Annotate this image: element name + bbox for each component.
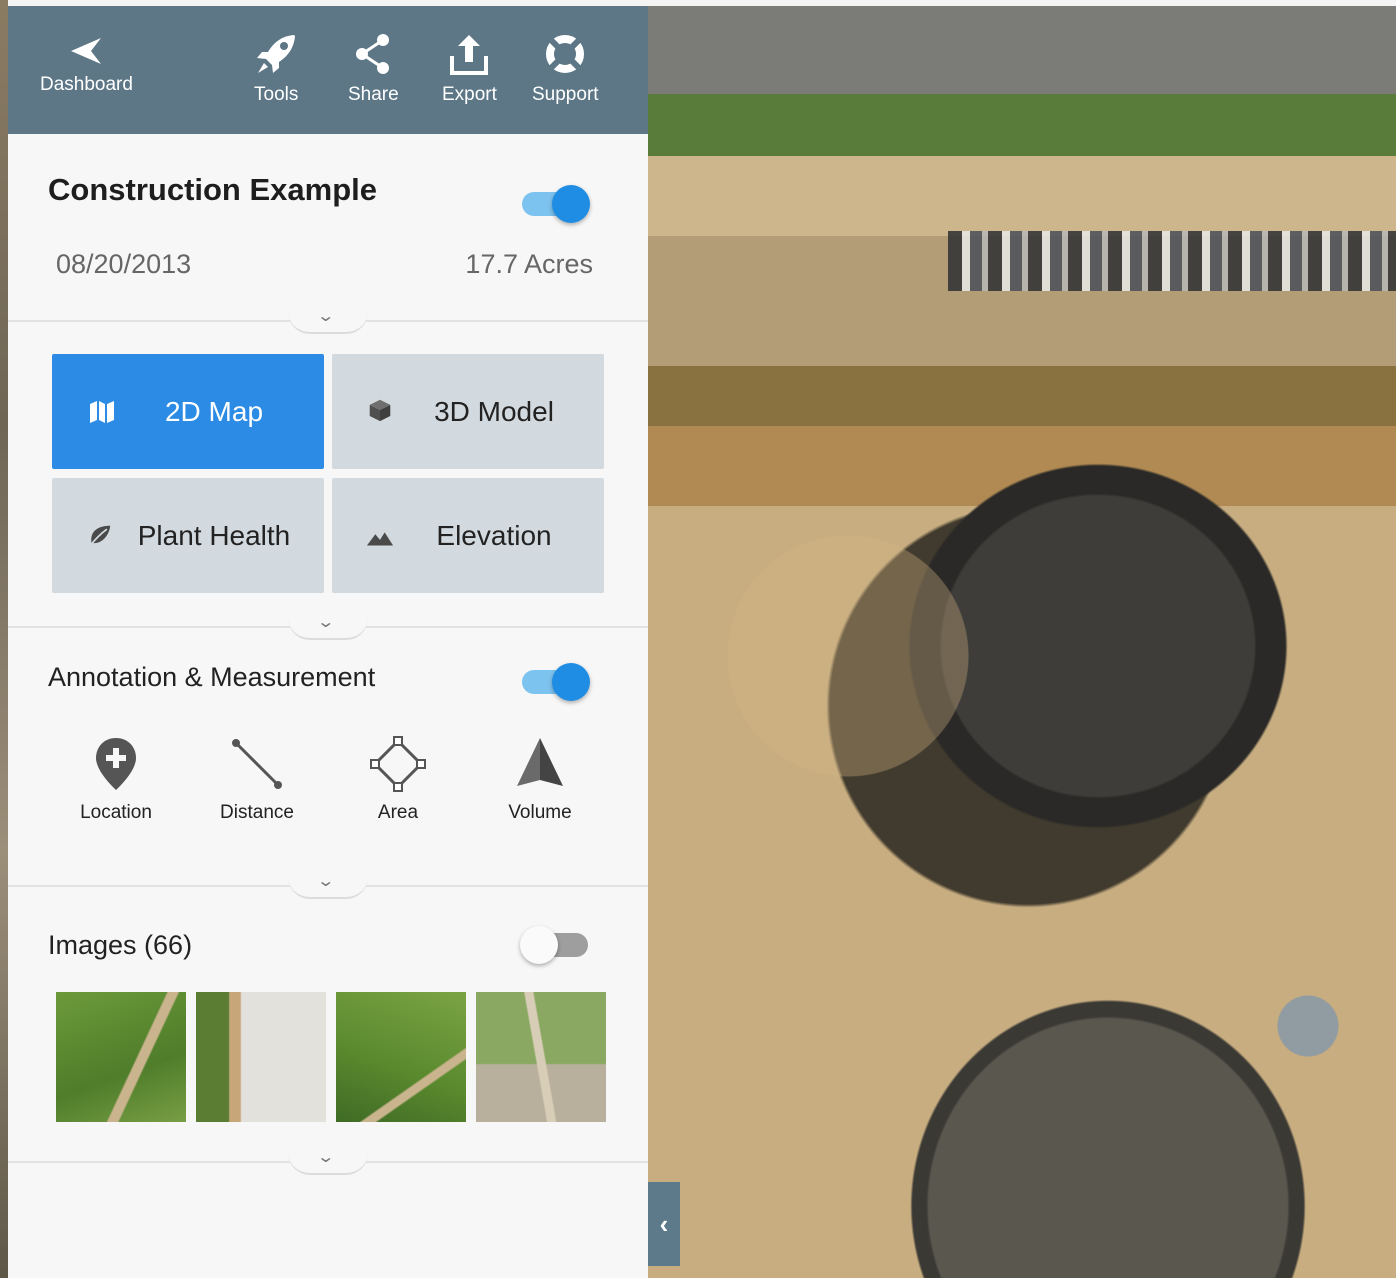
chevron-down-icon: ⌄ [316, 308, 336, 325]
map-edge-left [0, 0, 8, 1278]
distance-tool-label: Distance [220, 802, 294, 823]
view-3d-model-button[interactable]: 3D Model [332, 354, 604, 469]
area-tool-button[interactable]: Area [338, 736, 458, 824]
view-2d-map-button[interactable]: 2D Map [52, 354, 324, 469]
toggle-knob [552, 663, 590, 701]
image-thumbnail[interactable] [336, 992, 466, 1122]
chevron-down-icon: ⌄ [316, 1149, 336, 1166]
volume-tool-label: Volume [508, 802, 572, 823]
view-elevation-button[interactable]: Elevation [332, 478, 604, 593]
chevron-down-icon: ⌄ [316, 873, 336, 890]
distance-line-icon [232, 739, 282, 789]
location-pin-icon [96, 738, 136, 790]
support-icon [546, 35, 585, 73]
volume-tool-button[interactable]: Volume [480, 736, 600, 824]
project-area: 17.7 Acres [465, 249, 593, 279]
dashboard-label: Dashboard [40, 74, 133, 95]
project-date: 08/20/2013 [56, 249, 192, 279]
project-title: Construction Example [48, 172, 377, 207]
images-section-title: Images (66) [48, 930, 193, 960]
project-visibility-toggle[interactable] [520, 183, 592, 223]
expand-section-toggle[interactable]: ⌄ [288, 1149, 368, 1175]
view-elevation-label: Elevation [436, 519, 552, 551]
chevron-down-icon: ⌄ [316, 614, 336, 631]
tools-button[interactable]: Tools [254, 32, 298, 106]
share-label: Share [348, 84, 399, 105]
support-label: Support [532, 84, 599, 105]
export-label: Export [442, 84, 497, 105]
dashboard-button[interactable]: Dashboard [40, 36, 133, 96]
view-2d-map-label: 2D Map [164, 395, 264, 427]
collapse-sidebar-button[interactable]: ‹ [648, 1182, 680, 1266]
export-icon [450, 35, 489, 75]
area-polygon-icon [370, 736, 426, 792]
back-arrow-icon [71, 38, 102, 64]
tools-label: Tools [254, 84, 299, 105]
toggle-knob [552, 185, 590, 223]
top-navigation-bar: Dashboard Tools Share Export Support [8, 6, 648, 134]
expand-section-toggle[interactable]: ⌄ [288, 614, 368, 640]
annotation-section-title: Annotation & Measurement [48, 662, 376, 692]
image-thumbnail[interactable] [56, 992, 186, 1122]
images-toggle[interactable] [520, 924, 592, 964]
rocket-icon [257, 35, 296, 73]
sidebar: Dashboard Tools Share Export Support Con… [8, 6, 648, 1278]
view-plant-health-button[interactable]: Plant Health [52, 478, 324, 593]
toggle-knob [520, 926, 558, 964]
view-plant-health-label: Plant Health [137, 519, 291, 551]
image-thumbnail[interactable] [476, 992, 606, 1122]
area-tool-label: Area [377, 802, 419, 823]
location-tool-label: Location [80, 802, 152, 823]
view-3d-model-label: 3D Model [434, 395, 554, 427]
aerial-map-view[interactable] [648, 6, 1396, 1278]
location-tool-button[interactable]: Location [56, 736, 176, 824]
annotation-toggle[interactable] [520, 661, 592, 701]
volume-pyramid-icon [517, 738, 563, 786]
expand-section-toggle[interactable]: ⌄ [288, 873, 368, 899]
share-icon [356, 34, 390, 74]
export-button[interactable]: Export [442, 32, 497, 106]
distance-tool-button[interactable]: Distance [197, 736, 317, 824]
expand-section-toggle[interactable]: ⌄ [288, 308, 368, 334]
share-button[interactable]: Share [348, 32, 399, 106]
chevron-left-icon: ‹ [659, 1209, 669, 1239]
support-button[interactable]: Support [532, 32, 599, 106]
image-thumbnail[interactable] [196, 992, 326, 1122]
